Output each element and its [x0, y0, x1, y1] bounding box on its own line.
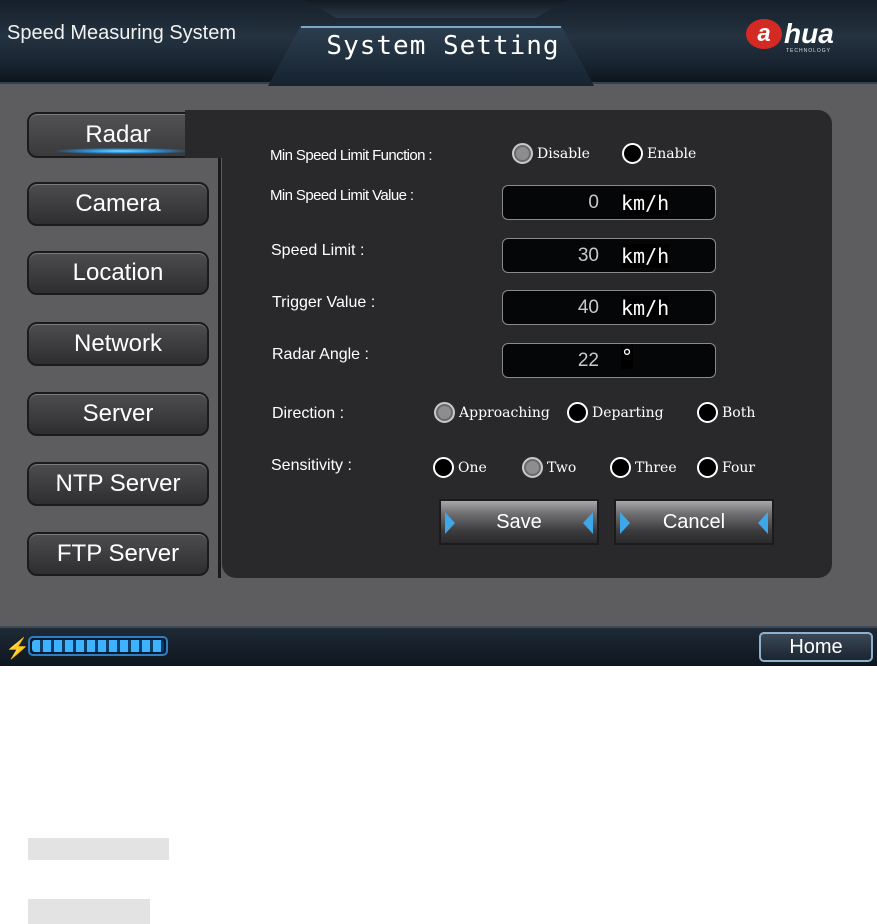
field-unit: °	[621, 345, 634, 369]
radio-label: Enable	[647, 145, 697, 162]
save-button[interactable]: Save	[439, 499, 599, 545]
nav-item-label: NTP Server	[55, 470, 181, 497]
radio-approaching[interactable]: Approaching	[434, 402, 550, 423]
trigger-value-label: Trigger Value :	[272, 294, 376, 311]
speed-limit-input[interactable]: 30 km/h	[502, 238, 716, 273]
min-speed-function-label: Min Speed Limit Function :	[270, 147, 433, 164]
progress-fill	[32, 640, 164, 652]
radio-dot	[433, 457, 454, 478]
radio-two[interactable]: Two	[522, 457, 576, 478]
radio-one[interactable]: One	[433, 457, 487, 478]
logo-mark: a	[746, 19, 782, 49]
field-value: 30	[577, 245, 599, 266]
arrow-left-icon	[758, 512, 768, 534]
field-value: 0	[588, 192, 599, 213]
power-icon: ⚡	[5, 638, 30, 660]
radio-departing[interactable]: Departing	[567, 402, 664, 423]
radio-label: One	[458, 459, 487, 476]
min-speed-value-label: Min Speed Limit Value :	[270, 187, 414, 204]
nav-item-ntp-server[interactable]: NTP Server	[27, 462, 209, 506]
progress-bar	[28, 636, 168, 656]
radio-dot	[567, 402, 588, 423]
radio-dot	[622, 143, 643, 164]
screen-title: System Setting	[326, 31, 560, 61]
arrow-right-icon	[620, 512, 630, 534]
nav-item-radar[interactable]: Radar	[27, 112, 209, 158]
radio-three[interactable]: Three	[610, 457, 677, 478]
speed-limit-label: Speed Limit :	[271, 242, 365, 259]
arrow-left-icon	[583, 512, 593, 534]
nav-item-label: Radar	[85, 121, 151, 148]
radio-dot-selected	[522, 457, 543, 478]
radio-dot-selected	[512, 143, 533, 164]
field-unit: km/h	[621, 296, 670, 320]
nav-item-network[interactable]: Network	[27, 322, 209, 366]
cancel-button-label: Cancel	[662, 510, 726, 533]
radio-enable[interactable]: Enable	[622, 143, 696, 164]
home-button-label: Home	[789, 635, 843, 658]
radar-angle-label: Radar Angle :	[272, 346, 369, 363]
active-indicator	[57, 148, 187, 154]
radio-label: Two	[547, 459, 577, 476]
arrow-right-icon	[445, 512, 455, 534]
nav-item-server[interactable]: Server	[27, 392, 209, 436]
field-value: 22	[577, 350, 599, 371]
radio-dot-selected	[434, 402, 455, 423]
radio-four[interactable]: Four	[697, 457, 755, 478]
min-speed-value-input[interactable]: 0 km/h	[502, 185, 716, 220]
field-unit: km/h	[621, 244, 670, 268]
radio-disable[interactable]: Disable	[512, 143, 590, 164]
nav-item-ftp-server[interactable]: FTP Server	[27, 532, 209, 576]
logo-subtext: TECHNOLOGY	[786, 48, 832, 54]
radio-label: Four	[722, 459, 756, 476]
radio-both[interactable]: Both	[697, 402, 755, 423]
save-button-label: Save	[496, 510, 542, 533]
sensitivity-label: Sensitivity :	[271, 457, 352, 474]
radio-label: Disable	[537, 145, 590, 162]
nav-item-label: FTP Server	[56, 540, 180, 567]
radio-label: Both	[722, 404, 756, 421]
nav-item-label: Location	[72, 259, 164, 286]
radio-label: Three	[635, 459, 677, 476]
brand-logo: a hua TECHNOLOGY	[746, 18, 834, 54]
nav-item-camera[interactable]: Camera	[27, 182, 209, 226]
cancel-button[interactable]: Cancel	[614, 499, 774, 545]
app-title: Speed Measuring System	[7, 22, 237, 44]
nav-item-label: Camera	[75, 190, 161, 217]
radio-dot	[697, 457, 718, 478]
home-button[interactable]: Home	[759, 632, 873, 662]
header-notch	[305, 0, 567, 18]
radio-label: Departing	[592, 404, 664, 421]
nav-item-label: Network	[73, 330, 163, 357]
placeholder-bar	[28, 899, 150, 924]
radio-dot	[610, 457, 631, 478]
trigger-value-input[interactable]: 40 km/h	[502, 290, 716, 325]
radio-label: Approaching	[459, 404, 550, 421]
nav-item-label: Server	[82, 400, 154, 427]
nav-divider	[218, 158, 221, 578]
placeholder-bar	[28, 838, 169, 860]
device-screen: Speed Measuring System System Setting a …	[0, 0, 877, 666]
logo-text: hua	[784, 18, 834, 49]
radio-dot	[697, 402, 718, 423]
direction-label: Direction :	[272, 405, 345, 422]
radar-angle-input[interactable]: 22 °	[502, 343, 716, 378]
field-value: 40	[577, 297, 599, 318]
nav-item-location[interactable]: Location	[27, 251, 209, 295]
status-bar: ⚡ Home	[0, 626, 877, 666]
panel-tab-connector	[185, 110, 245, 158]
field-unit: km/h	[621, 191, 670, 215]
title-bar: Speed Measuring System System Setting a …	[0, 0, 877, 86]
